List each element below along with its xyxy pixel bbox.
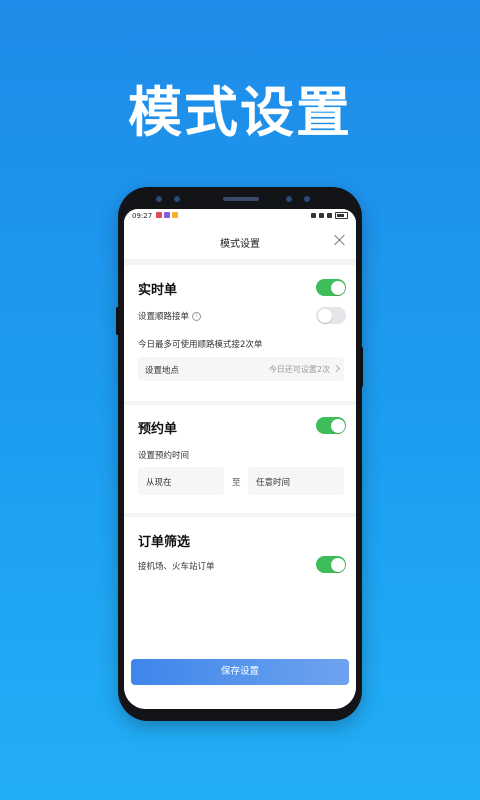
notification-icons bbox=[156, 212, 178, 218]
power-button bbox=[360, 347, 363, 387]
reservation-toggle[interactable] bbox=[316, 417, 346, 434]
route-toggle[interactable] bbox=[316, 307, 346, 324]
toggle-knob bbox=[317, 308, 332, 323]
info-icon[interactable]: i bbox=[192, 312, 202, 321]
reservation-time-label: 设置预约时间 bbox=[138, 451, 190, 461]
signal-icon bbox=[319, 213, 324, 218]
realtime-toggle[interactable] bbox=[316, 279, 346, 296]
alarm-icon bbox=[311, 213, 316, 218]
sensor-dot bbox=[304, 196, 310, 202]
end-time-field[interactable]: 任意时间 bbox=[248, 467, 344, 495]
save-button[interactable]: 保存设置 bbox=[131, 659, 349, 685]
battery-icon bbox=[335, 212, 348, 219]
airport-toggle[interactable] bbox=[316, 556, 346, 573]
camera-dot bbox=[286, 196, 292, 202]
airport-label: 接机场、火车站订单 bbox=[138, 562, 215, 572]
filter-title: 订单筛选 bbox=[138, 535, 191, 550]
hero-title: 模式设置 bbox=[128, 81, 352, 144]
phone-screen: 09:27 模式设置 实时单 设置顺路接单 i 今日最多可使用顺路模式接2次单 … bbox=[124, 209, 356, 709]
location-label: 设置地点 bbox=[145, 366, 180, 376]
close-icon[interactable] bbox=[332, 232, 348, 248]
notification-app-icon bbox=[164, 212, 170, 218]
phone-top-bezel bbox=[118, 187, 362, 209]
notification-app-icon bbox=[172, 212, 178, 218]
start-time-value: 从现在 bbox=[146, 478, 172, 488]
end-time-value: 任意时间 bbox=[256, 478, 291, 488]
status-bar: 09:27 bbox=[124, 209, 356, 223]
time-separator: 至 bbox=[232, 478, 241, 488]
location-value: 今日还可设置2次 bbox=[268, 365, 330, 374]
realtime-section: 实时单 设置顺路接单 i 今日最多可使用顺路模式接2次单 设置地点 今日还可设置2… bbox=[124, 265, 356, 401]
reservation-section: 预约单 设置预约时间 从现在 至 任意时间 bbox=[124, 405, 356, 513]
toggle-knob bbox=[330, 418, 345, 433]
wifi-icon bbox=[327, 213, 332, 218]
dialog-header: 模式设置 bbox=[124, 223, 356, 259]
start-time-field[interactable]: 从现在 bbox=[138, 467, 224, 495]
realtime-title: 实时单 bbox=[138, 283, 178, 298]
notification-app-icon bbox=[156, 212, 162, 218]
route-limit-text: 今日最多可使用顺路模式接2次单 bbox=[138, 340, 263, 350]
location-row[interactable]: 设置地点 今日还可设置2次 bbox=[138, 357, 344, 381]
sensor-dot bbox=[156, 196, 162, 202]
volume-button bbox=[116, 307, 119, 335]
toggle-knob bbox=[330, 280, 345, 295]
earpiece-speaker bbox=[223, 197, 259, 201]
system-icons bbox=[311, 212, 348, 219]
dialog-title: 模式设置 bbox=[220, 239, 260, 250]
route-label-wrap: 设置顺路接单 i bbox=[138, 310, 202, 322]
chevron-right-icon bbox=[332, 364, 341, 373]
filter-section: 订单筛选 接机场、火车站订单 bbox=[124, 517, 356, 653]
status-time: 09:27 bbox=[132, 212, 153, 220]
camera-dot bbox=[174, 196, 180, 202]
route-label: 设置顺路接单 bbox=[138, 312, 190, 322]
toggle-knob bbox=[330, 557, 345, 572]
dialog-footer: 保存设置 bbox=[124, 653, 356, 709]
phone-frame: 09:27 模式设置 实时单 设置顺路接单 i 今日最多可使用顺路模式接2次单 … bbox=[116, 187, 363, 721]
reservation-title: 预约单 bbox=[138, 422, 178, 437]
